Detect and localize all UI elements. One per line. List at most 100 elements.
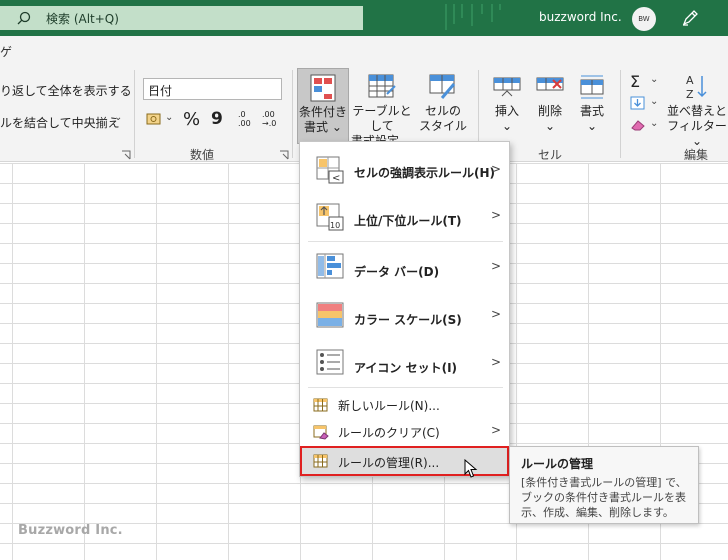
- format-as-table-icon: [368, 74, 396, 98]
- svg-text:10: 10: [330, 221, 340, 230]
- menu-item-label: ルールの管理(R)...: [338, 456, 440, 470]
- delete-button[interactable]: 削除 ⌄: [530, 68, 570, 144]
- increase-decimal-button[interactable]: .0 .00: [238, 110, 258, 128]
- format-cells-icon: [580, 75, 604, 99]
- merge-dropdown-icon[interactable]: ⌄: [114, 112, 122, 123]
- title-bar: 検索 (Alt+Q) buzzword Inc. BW: [0, 0, 728, 36]
- delete-label: 削除: [537, 104, 562, 118]
- menu-item-color-scales[interactable]: カラー スケール(S) >: [300, 291, 509, 339]
- svg-text:Z: Z: [686, 88, 694, 101]
- menu-item-top-bottom-rules[interactable]: 10 上位/下位ルール(T) >: [300, 194, 509, 240]
- color-scales-icon: [316, 302, 344, 328]
- eraser-icon[interactable]: [630, 118, 646, 132]
- comma-style-button[interactable]: 9: [211, 109, 223, 129]
- tooltip-title: ルールの管理: [521, 457, 594, 471]
- sort-filter-label-1: 並べ替えと: [666, 104, 727, 118]
- chevron-right-icon: >: [490, 208, 501, 222]
- svg-text:A: A: [686, 74, 694, 87]
- separator: [134, 70, 135, 158]
- new-rule-icon: [313, 398, 328, 412]
- decrease-decimal-bottom: →.0: [262, 119, 277, 128]
- decrease-decimal-button[interactable]: .00 →.0: [262, 110, 282, 128]
- alignment-launcher-icon[interactable]: [121, 150, 131, 160]
- icon-sets-icon: [316, 349, 344, 375]
- sort-filter-button[interactable]: A Z 並べ替えと フィルター ⌄: [666, 68, 728, 148]
- chevron-down-icon: ⌄: [501, 119, 513, 133]
- increase-decimal-top: .0: [238, 110, 246, 119]
- tooltip-body: [条件付き書式ルールの管理] で、ブックの条件付き書式ルールを表示、作成、編集、…: [521, 476, 687, 519]
- chevron-right-icon: >: [490, 307, 501, 321]
- user-name: buzzword Inc.: [539, 10, 622, 24]
- ribbon-tab-strip: ゲ: [0, 36, 728, 66]
- clear-rules-icon: [313, 425, 329, 440]
- svg-text:<: <: [332, 173, 340, 184]
- format-as-table-button[interactable]: テーブルとして 書式設定 ⌄: [350, 68, 414, 148]
- chevron-down-icon[interactable]: ⌄: [650, 118, 658, 129]
- menu-item-icon-sets[interactable]: アイコン セット(I) >: [300, 339, 509, 387]
- cell-styles-label-1: セルの: [424, 104, 461, 118]
- avatar[interactable]: BW: [632, 7, 656, 31]
- increase-decimal-bottom: .00: [238, 119, 251, 128]
- percent-style-button[interactable]: %: [183, 109, 200, 130]
- conditional-formatting-button[interactable]: 条件付き 書式 ⌄: [297, 68, 349, 144]
- conditional-formatting-menu: < セルの強調表示ルール(H) > 10 上位/下位ルール(T) > データ バ…: [299, 141, 510, 477]
- chevron-right-icon: >: [490, 423, 501, 437]
- title-decoration: [445, 4, 501, 30]
- cell-styles-icon: [429, 74, 456, 99]
- menu-item-new-rule[interactable]: 新しいルール(N)...: [300, 392, 509, 418]
- chevron-down-icon: ⌄: [544, 119, 556, 133]
- manage-rules-icon: [313, 454, 328, 468]
- autosum-icon[interactable]: Σ: [630, 72, 640, 91]
- insert-cells-icon: [493, 77, 521, 97]
- chevron-down-icon[interactable]: ⌄: [650, 74, 658, 85]
- mouse-cursor-icon: [464, 459, 478, 478]
- menu-item-label: 上位/下位ルール(T): [354, 214, 462, 228]
- chevron-right-icon: >: [490, 162, 501, 176]
- data-bars-icon: [316, 253, 344, 279]
- format-as-table-label-1: テーブルとして: [352, 104, 412, 133]
- fill-icon[interactable]: [630, 96, 646, 110]
- accounting-format-icon[interactable]: [146, 112, 162, 126]
- watermark: Buzzword Inc.: [18, 523, 123, 538]
- wrap-text-button[interactable]: り返して全体を表示する: [0, 82, 132, 99]
- decrease-decimal-top: .00: [262, 110, 275, 119]
- format-button[interactable]: 書式 ⌄: [572, 68, 612, 144]
- sort-filter-label-2: フィルター ⌄: [667, 119, 727, 148]
- menu-item-label: 新しいルール(N)...: [338, 399, 440, 413]
- editing-group-label: 編集: [684, 148, 709, 162]
- sort-filter-icon: A Z: [686, 74, 707, 101]
- menu-item-highlight-cells-rules[interactable]: < セルの強調表示ルール(H) >: [300, 148, 509, 194]
- separator: [620, 70, 621, 158]
- number-launcher-icon[interactable]: [279, 150, 289, 160]
- insert-label: 挿入: [494, 104, 519, 118]
- separator: [292, 70, 293, 158]
- cell-styles-button[interactable]: セルの スタイル ⌄: [416, 68, 470, 148]
- conditional-formatting-label-2: 書式 ⌄: [304, 120, 342, 134]
- conditional-formatting-icon: [310, 74, 336, 102]
- tab-fragment[interactable]: ゲ: [0, 43, 12, 60]
- number-format-select[interactable]: 日付 ⌄: [143, 78, 282, 100]
- highlight-cells-rules-icon: <: [316, 156, 344, 184]
- menu-item-data-bars[interactable]: データ バー(D) >: [300, 243, 509, 291]
- chevron-right-icon: >: [490, 259, 501, 273]
- number-group-label: 数値: [190, 148, 215, 162]
- menu-item-label: ルールのクリア(C): [338, 426, 440, 440]
- merge-center-button[interactable]: ルを結合して中央揃え: [0, 114, 120, 131]
- search-icon: [17, 11, 31, 25]
- chevron-down-icon[interactable]: ⌄: [650, 96, 658, 107]
- search-box[interactable]: 検索 (Alt+Q): [0, 6, 363, 30]
- conditional-formatting-label-1: 条件付き: [298, 105, 347, 119]
- cells-group-label: セル: [538, 148, 563, 162]
- top-bottom-rules-icon: 10: [316, 203, 344, 231]
- pen-icon[interactable]: [680, 8, 700, 28]
- insert-button[interactable]: 挿入 ⌄: [487, 68, 527, 144]
- format-label: 書式: [579, 104, 604, 118]
- search-text: 検索 (Alt+Q): [46, 12, 119, 26]
- menu-item-clear-rules[interactable]: ルールのクリア(C) >: [300, 419, 509, 445]
- accounting-dropdown-icon[interactable]: ⌄: [165, 112, 173, 123]
- manage-rules-tooltip: ルールの管理 [条件付き書式ルールの管理] で、ブックの条件付き書式ルールを表示…: [509, 446, 699, 524]
- menu-item-label: データ バー(D): [354, 265, 440, 279]
- menu-item-label: カラー スケール(S): [354, 313, 462, 327]
- menu-item-label: アイコン セット(I): [354, 361, 458, 375]
- chevron-down-icon: ⌄: [586, 119, 598, 133]
